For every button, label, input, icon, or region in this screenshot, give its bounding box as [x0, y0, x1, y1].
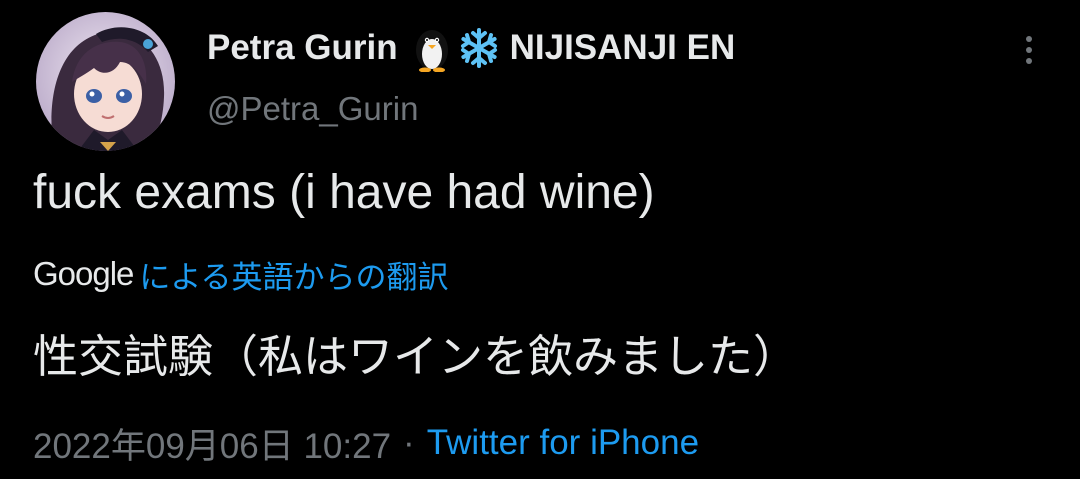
author-name-row: Petra Gurin NIJISANJI EN: [207, 24, 736, 73]
avatar[interactable]: [36, 12, 175, 151]
penguin-icon: [412, 24, 452, 73]
timestamp[interactable]: 2022年09月06日 10:27: [33, 418, 391, 469]
more-options-icon[interactable]: [1014, 30, 1044, 70]
source-link[interactable]: Twitter for iPhone: [427, 423, 699, 463]
tweet-meta: 2022年09月06日 10:27 · Twitter for iPhone: [33, 420, 699, 466]
translation-link[interactable]: による英語からの翻訳: [139, 252, 448, 297]
display-name[interactable]: Petra Gurin: [207, 28, 398, 68]
translated-text: 性交試験（私はワインを飲みました）: [33, 330, 799, 383]
username-handle[interactable]: @Petra_Gurin: [207, 90, 418, 128]
dot: [1026, 58, 1032, 64]
separator: ·: [403, 423, 415, 462]
dot: [1026, 47, 1032, 53]
dot: [1026, 36, 1032, 42]
translation-attribution: Google による英語からの翻訳: [33, 252, 449, 296]
org-name: NIJISANJI EN: [509, 28, 736, 67]
tweet-text: fuck exams (i have had wine): [33, 166, 655, 219]
snowflake-icon: [458, 27, 500, 69]
google-logo: Google: [33, 255, 134, 292]
tweet: Petra Gurin NIJISANJI EN @Petra_Gurin fu…: [0, 0, 1080, 479]
